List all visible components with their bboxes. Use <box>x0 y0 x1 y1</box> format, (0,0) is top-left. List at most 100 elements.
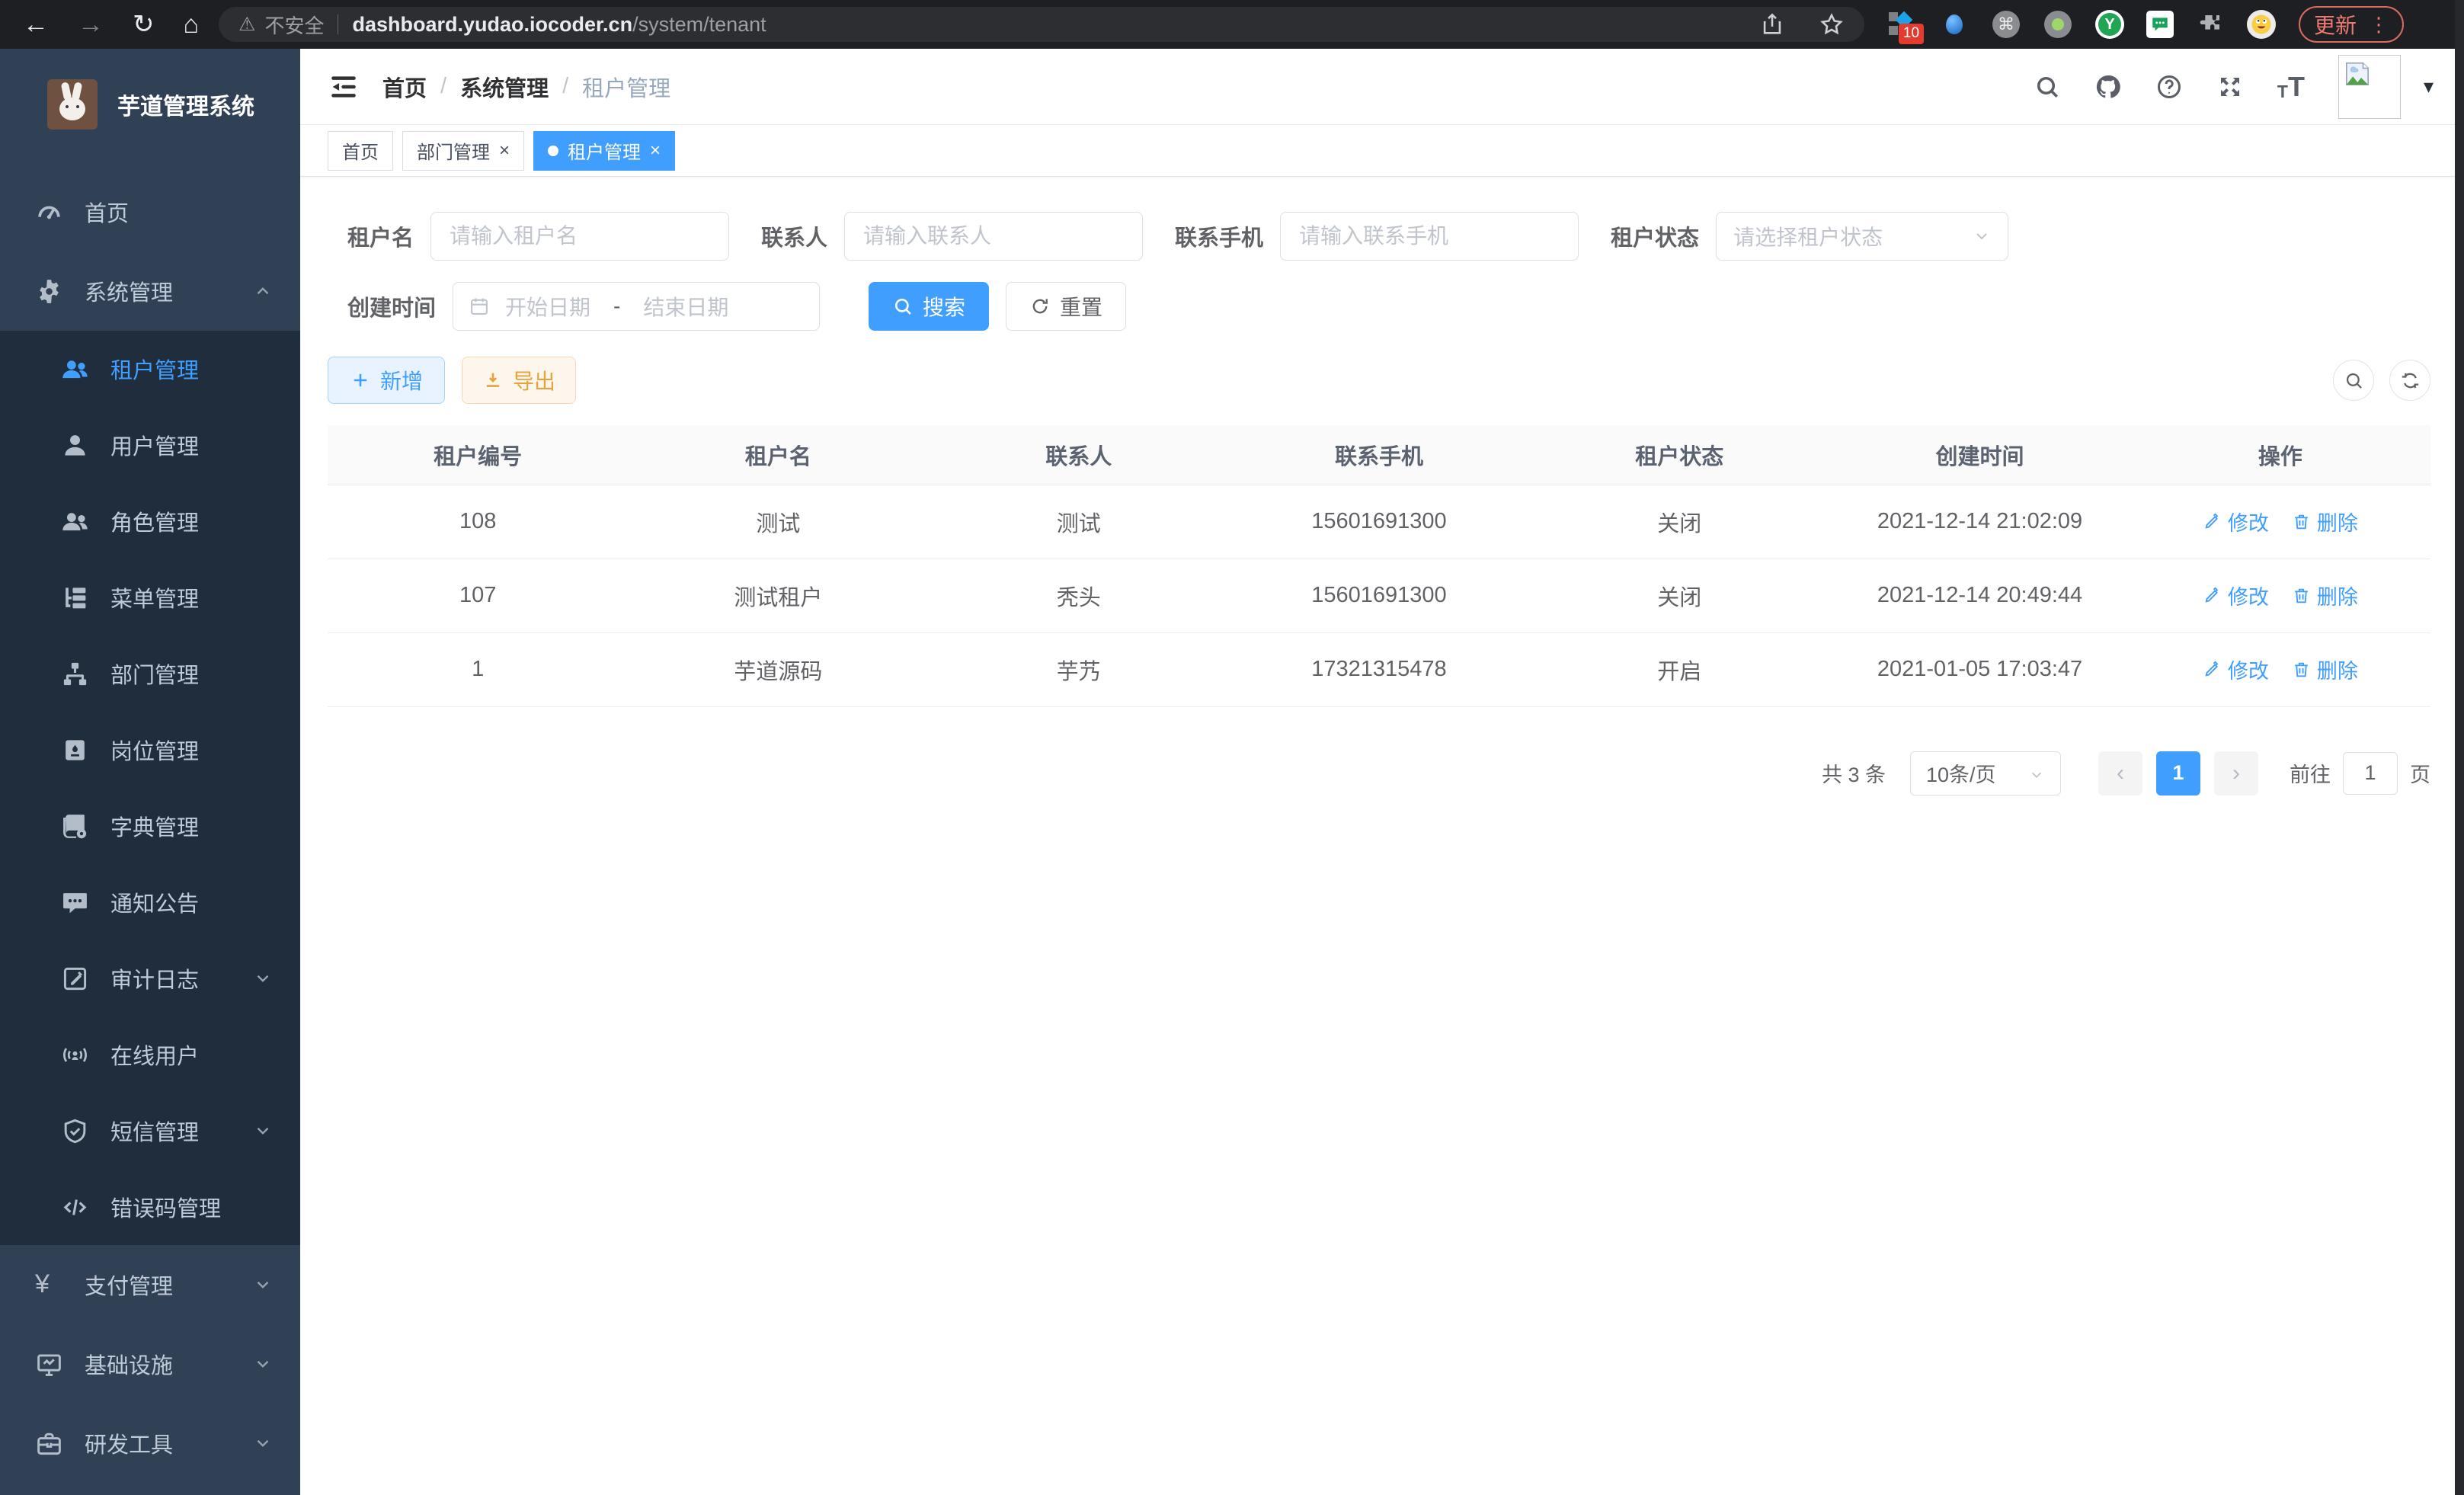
edit-link[interactable]: 修改 <box>2203 581 2269 610</box>
sidebar-item-短信管理[interactable]: 短信管理 <box>0 1093 300 1169</box>
download-icon <box>482 370 504 391</box>
sidebar-item-基础设施[interactable]: 基础设施 <box>0 1324 300 1404</box>
sidebar-item-字典管理[interactable]: 字典管理 <box>0 788 300 864</box>
caret-down-icon[interactable]: ▾ <box>2424 75 2434 98</box>
chevron-down-icon <box>253 1121 273 1141</box>
refresh-table-button[interactable] <box>2389 360 2430 401</box>
edit-link[interactable]: 修改 <box>2203 507 2269 536</box>
breadcrumb: 首页 / 系统管理 / 租户管理 <box>382 71 670 103</box>
github-icon[interactable] <box>2094 73 2122 101</box>
sidebar-item-岗位管理[interactable]: 岗位管理 <box>0 712 300 788</box>
extension-3-icon[interactable]: ⌘ <box>1991 9 2021 40</box>
plus-icon <box>350 370 371 391</box>
logo[interactable]: 芋道管理系统 <box>0 49 300 152</box>
edit-link[interactable]: 修改 <box>2203 655 2269 684</box>
extension-8-icon[interactable] <box>2247 10 2276 39</box>
post-badge-icon <box>61 736 89 764</box>
tenant-users-icon <box>61 355 89 383</box>
role-users-icon <box>61 507 89 536</box>
prev-page-button[interactable]: ‹ <box>2098 751 2142 796</box>
font-size-icon[interactable]: TT <box>2277 73 2305 101</box>
table-row: 1芋道源码芋艿17321315478开启2021-01-05 17:03:47修… <box>328 632 2430 706</box>
sidebar-item-在线用户[interactable]: 在线用户 <box>0 1016 300 1093</box>
close-icon[interactable]: × <box>650 142 661 160</box>
close-icon[interactable]: × <box>499 142 510 160</box>
url-bar[interactable]: ⚠ 不安全 dashboard.yudao.iocoder.cn /system… <box>219 7 1864 42</box>
user-icon <box>61 431 89 459</box>
extension-2-icon[interactable] <box>1939 9 1970 40</box>
tab-首页[interactable]: 首页 <box>328 131 393 171</box>
online-user-icon <box>61 1041 89 1069</box>
search-button[interactable]: 搜索 <box>869 282 989 331</box>
status-select[interactable]: 请选择租户状态 <box>1716 212 2008 261</box>
goto-page-input[interactable] <box>2343 752 2398 795</box>
column-header-联系手机: 联系手机 <box>1229 425 1529 485</box>
sidebar-item-研发工具[interactable]: 研发工具 <box>0 1404 300 1483</box>
table-row: 108测试测试15601691300关闭2021-12-14 21:02:09修… <box>328 485 2430 559</box>
extension-7-icon[interactable] <box>2195 9 2226 40</box>
search-icon[interactable] <box>2034 73 2061 101</box>
calendar-icon <box>469 296 490 317</box>
breadcrumb-home[interactable]: 首页 <box>382 71 427 103</box>
kebab-menu-icon[interactable]: ⋮ <box>2369 13 2389 37</box>
chevron-down-icon <box>253 1433 273 1453</box>
forward-icon[interactable]: → <box>78 11 104 37</box>
show-search-button[interactable] <box>2333 360 2374 401</box>
mobile-input[interactable] <box>1280 212 1579 261</box>
reload-icon[interactable]: ↻ <box>133 11 155 37</box>
page-1-button[interactable]: 1 <box>2156 751 2200 796</box>
announcement-icon <box>61 888 89 917</box>
column-header-租户状态: 租户状态 <box>1529 425 1829 485</box>
delete-link[interactable]: 删除 <box>2292 581 2358 610</box>
sidebar-item-角色管理[interactable]: 角色管理 <box>0 483 300 559</box>
tab-部门管理[interactable]: 部门管理× <box>402 131 524 171</box>
back-icon[interactable]: ← <box>23 11 49 37</box>
sidebar-item-错误码管理[interactable]: 错误码管理 <box>0 1169 300 1245</box>
sidebar-toggle-icon[interactable] <box>328 71 360 103</box>
chevron-down-icon <box>2028 765 2045 782</box>
page-unit: 页 <box>2410 758 2430 788</box>
tenant-name-input[interactable] <box>430 212 729 261</box>
extension-5-icon[interactable]: Y <box>2094 9 2125 40</box>
extension-1-icon[interactable]: 10 <box>1887 9 1918 40</box>
sidebar-item-部门管理[interactable]: 部门管理 <box>0 635 300 712</box>
pagination: 共 3 条 10条/页 ‹ 1 › 前往 页 <box>328 751 2430 796</box>
update-button[interactable]: 更新 ⋮ <box>2299 6 2404 43</box>
delete-link[interactable]: 删除 <box>2292 655 2358 684</box>
sidebar-item-系统管理[interactable]: 系统管理 <box>0 251 300 331</box>
export-button[interactable]: 导出 <box>462 357 576 404</box>
chevron-down-icon <box>253 968 273 988</box>
extension-6-icon[interactable] <box>2146 11 2174 38</box>
page-size-select[interactable]: 10条/页 <box>1910 751 2061 796</box>
refresh-icon <box>1029 296 1051 317</box>
breadcrumb-system[interactable]: 系统管理 <box>460 71 549 103</box>
home-icon[interactable]: ⌂ <box>184 11 200 37</box>
yen-icon: ¥ <box>35 1271 63 1299</box>
tab-租户管理[interactable]: 租户管理× <box>533 131 675 171</box>
sidebar-item-审计日志[interactable]: 审计日志 <box>0 940 300 1016</box>
sidebar-item-菜单管理[interactable]: 菜单管理 <box>0 559 300 635</box>
date-range-picker[interactable]: 开始日期 - 结束日期 <box>453 282 820 331</box>
avatar[interactable] <box>2338 55 2401 119</box>
sidebar-item-首页[interactable]: 首页 <box>0 172 300 251</box>
extensions-area: 10 ⌘ Y <box>1887 9 2276 40</box>
status-label: 租户状态 <box>1611 220 1699 252</box>
sidebar-item-支付管理[interactable]: ¥支付管理 <box>0 1245 300 1324</box>
sidebar-item-通知公告[interactable]: 通知公告 <box>0 864 300 940</box>
bookmark-star-icon[interactable] <box>1819 11 1845 37</box>
dev-tools-icon <box>35 1429 63 1458</box>
help-icon[interactable] <box>2155 73 2183 101</box>
delete-link[interactable]: 删除 <box>2292 507 2358 536</box>
contact-input[interactable] <box>844 212 1143 261</box>
reset-button[interactable]: 重置 <box>1006 282 1126 331</box>
sidebar-item-租户管理[interactable]: 租户管理 <box>0 331 300 407</box>
extension-4-icon[interactable] <box>2043 9 2073 40</box>
not-secure-warning-icon: ⚠ <box>238 13 255 36</box>
add-button[interactable]: 新增 <box>328 357 445 404</box>
error-code-icon <box>61 1193 89 1221</box>
sidebar-item-用户管理[interactable]: 用户管理 <box>0 407 300 483</box>
page-content: 租户名 联系人 联系手机 租户状态 请选择租户状态 <box>300 177 2464 1495</box>
share-icon[interactable] <box>1759 11 1785 37</box>
fullscreen-icon[interactable] <box>2216 73 2244 101</box>
next-page-button[interactable]: › <box>2214 751 2258 796</box>
